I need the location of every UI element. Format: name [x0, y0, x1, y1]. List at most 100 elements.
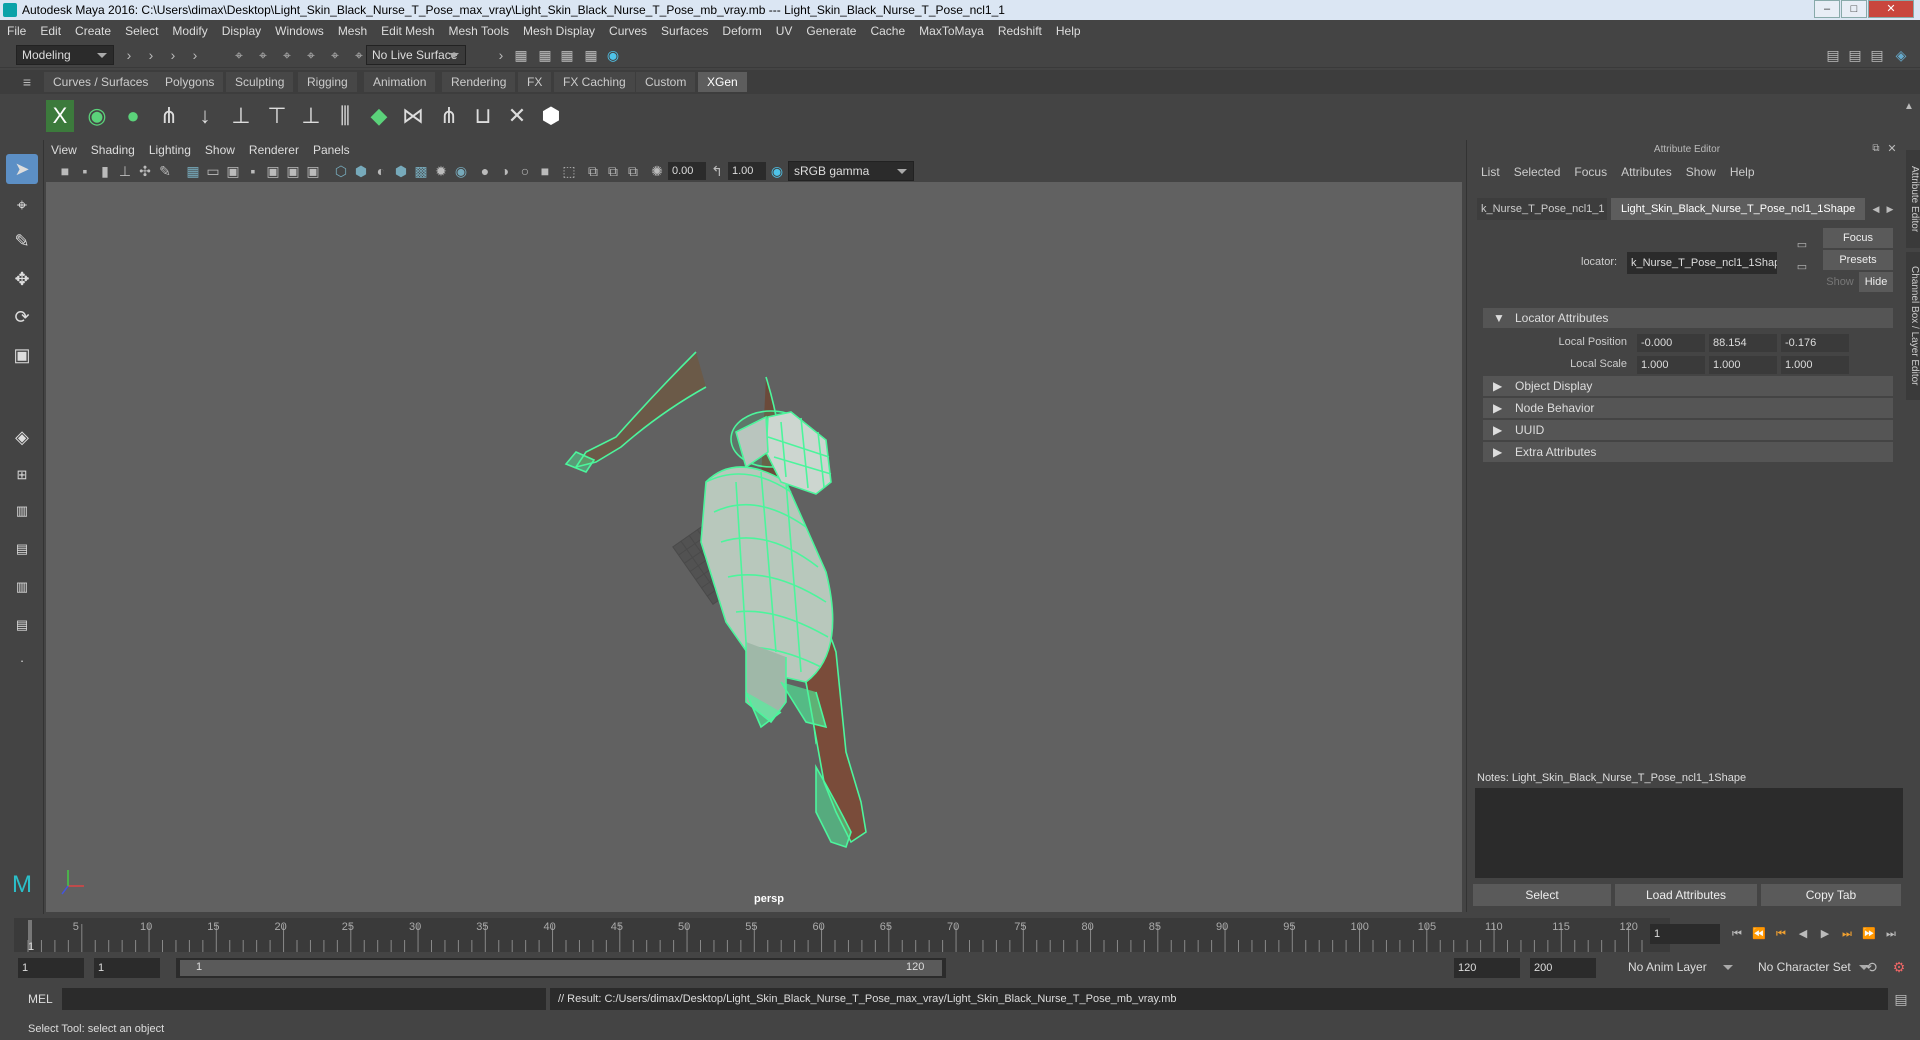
- show-button[interactable]: Show: [1823, 272, 1857, 292]
- menu-uv[interactable]: UV: [776, 24, 793, 38]
- playback-end-field[interactable]: 120: [1454, 958, 1520, 978]
- menu-help[interactable]: Help: [1056, 24, 1081, 38]
- go-to-start-icon[interactable]: ⏮: [1728, 925, 1746, 943]
- live-surface-field[interactable]: No Live Surface: [366, 45, 466, 65]
- section-node-behavior[interactable]: ▶ Node Behavior: [1483, 398, 1893, 418]
- textured-icon[interactable]: ▩: [412, 162, 430, 180]
- shelf-scroll-icon[interactable]: ▲: [1900, 98, 1918, 116]
- menu-cache[interactable]: Cache: [870, 24, 905, 38]
- menu-display[interactable]: Display: [222, 24, 261, 38]
- menu-mesh[interactable]: Mesh: [338, 24, 367, 38]
- local-position-y-field[interactable]: 88.154: [1709, 334, 1777, 352]
- move-tool-icon[interactable]: ✥: [6, 264, 38, 294]
- viewport-menu-lighting[interactable]: Lighting: [149, 143, 191, 157]
- tab-scroll-right-icon[interactable]: ▶: [1881, 200, 1899, 218]
- shelf-tab-rendering[interactable]: Rendering: [442, 72, 516, 92]
- anim-layer-dropdown[interactable]: No Anim Layer: [1622, 957, 1740, 977]
- four-view-layout-icon[interactable]: ⊞: [6, 460, 38, 490]
- viewport-menu-shading[interactable]: Shading: [91, 143, 135, 157]
- close-window-button[interactable]: ✕: [1868, 0, 1914, 18]
- save-scene-icon[interactable]: ›: [186, 46, 204, 64]
- gamma-field[interactable]: 1.00: [728, 162, 766, 180]
- shelf-tab-curves-surfaces[interactable]: Curves / Surfaces: [44, 72, 158, 92]
- channel-box-icon[interactable]: ▤: [1868, 46, 1886, 64]
- delete-guides-icon[interactable]: ✕: [502, 100, 532, 132]
- add-guide-icon[interactable]: ↓: [190, 100, 220, 132]
- safe-title-icon[interactable]: ▣: [304, 162, 322, 180]
- viewport-menu-renderer[interactable]: Renderer: [249, 143, 299, 157]
- hide-button[interactable]: Hide: [1859, 272, 1893, 292]
- section-extra-attributes[interactable]: ▶ Extra Attributes: [1483, 442, 1893, 462]
- snap-curve-icon[interactable]: ⌖: [326, 46, 344, 64]
- character-set-dropdown[interactable]: No Character Set: [1752, 957, 1876, 977]
- shelf-menu-icon[interactable]: ≡: [18, 73, 36, 91]
- viewport-menu-panels[interactable]: Panels: [313, 143, 350, 157]
- ae-tab-transform[interactable]: k_Nurse_T_Pose_ncl1_1: [1477, 198, 1607, 220]
- field-chart-icon[interactable]: ▣: [264, 162, 282, 180]
- range-slider-bar[interactable]: [180, 960, 942, 976]
- script-editor-icon[interactable]: ▤: [1892, 990, 1910, 1008]
- isolate-select-icon[interactable]: ⬚: [560, 162, 578, 180]
- shelf-tab-xgen[interactable]: XGen: [698, 72, 747, 92]
- viewport-menu-show[interactable]: Show: [205, 143, 235, 157]
- scene-canvas[interactable]: persp: [46, 182, 1462, 912]
- snap-grid-icon[interactable]: ⌖: [302, 46, 320, 64]
- place-guides-icon[interactable]: ⋔: [154, 100, 184, 132]
- collapse-arrow-icon[interactable]: ›: [120, 46, 138, 64]
- shelf-tab-rigging[interactable]: Rigging: [298, 72, 357, 92]
- animation-end-field[interactable]: 200: [1530, 958, 1596, 978]
- focus-button[interactable]: Focus: [1823, 228, 1893, 248]
- section-locator-attributes[interactable]: ▼ Locator Attributes: [1483, 308, 1893, 328]
- ae-menu-focus[interactable]: Focus: [1574, 165, 1607, 179]
- ae-menu-selected[interactable]: Selected: [1514, 165, 1561, 179]
- use-default-material-icon[interactable]: ◐: [372, 162, 390, 180]
- select-tool-icon[interactable]: ➤: [6, 154, 38, 184]
- node-name-field[interactable]: k_Nurse_T_Pose_ncl1_1Shape: [1627, 252, 1777, 274]
- play-backwards-icon[interactable]: ◀: [1794, 925, 1812, 943]
- layers-icon[interactable]: ◆: [364, 100, 394, 132]
- color-management-icon[interactable]: ◉: [768, 162, 786, 180]
- wireframe-on-shaded-icon[interactable]: ⬢: [392, 162, 410, 180]
- lock-guide-icon[interactable]: ⊥: [296, 100, 326, 132]
- rotate-tool-icon[interactable]: ⟳: [6, 302, 38, 332]
- gamma-icon[interactable]: ↰: [708, 162, 726, 180]
- screen-space-ao-icon[interactable]: ●: [476, 162, 494, 180]
- ae-menu-show[interactable]: Show: [1686, 165, 1716, 179]
- local-position-z-field[interactable]: -0.176: [1781, 334, 1849, 352]
- copy-tab-button[interactable]: Copy Tab: [1761, 884, 1901, 906]
- preferences-icon[interactable]: ⚙: [1890, 958, 1908, 976]
- menu-maxtomaya[interactable]: MaxToMaya: [919, 24, 984, 38]
- xray-components-icon[interactable]: ⧉: [624, 162, 642, 180]
- step-back-key-icon[interactable]: ⏮: [1772, 925, 1790, 943]
- wireframe-icon[interactable]: ⬡: [332, 162, 350, 180]
- film-gate-icon[interactable]: ▭: [204, 162, 222, 180]
- step-forward-frame-icon[interactable]: ⏩: [1860, 925, 1878, 943]
- two-d-pan-icon[interactable]: ✣: [136, 162, 154, 180]
- local-scale-y-field[interactable]: 1.000: [1709, 356, 1777, 374]
- use-all-lights-icon[interactable]: ✹: [432, 162, 450, 180]
- ae-select-button[interactable]: Select: [1473, 884, 1611, 906]
- minimize-button[interactable]: –: [1814, 0, 1840, 18]
- shelf-tab-fx[interactable]: FX: [518, 72, 552, 92]
- xray-icon[interactable]: ⧉: [584, 162, 602, 180]
- resolution-gate-icon[interactable]: ▣: [224, 162, 242, 180]
- current-frame-field[interactable]: 1: [1650, 924, 1720, 944]
- menu-edit[interactable]: Edit: [40, 24, 61, 38]
- step-forward-key-icon[interactable]: ⏭: [1838, 925, 1856, 943]
- menu-deform[interactable]: Deform: [722, 24, 761, 38]
- section-object-display[interactable]: ▶ Object Display: [1483, 376, 1893, 396]
- select-node-icon[interactable]: ▭: [1793, 236, 1811, 254]
- menu-set-dropdown[interactable]: Modeling: [16, 45, 114, 65]
- xgen-logo-icon[interactable]: ⬢: [536, 100, 566, 132]
- layer-editor-icon[interactable]: ◈: [1892, 46, 1910, 64]
- new-scene-icon[interactable]: ›: [142, 46, 160, 64]
- grease-pencil-icon[interactable]: ✎: [156, 162, 174, 180]
- menu-select[interactable]: Select: [125, 24, 158, 38]
- more-layouts-icon[interactable]: ·: [6, 646, 38, 676]
- menu-generate[interactable]: Generate: [806, 24, 856, 38]
- bookmark-icon[interactable]: ▮: [96, 162, 114, 180]
- render-frame-icon[interactable]: ▦: [512, 46, 530, 64]
- shelf-tab-custom[interactable]: Custom: [636, 72, 696, 92]
- attribute-editor-side-tab[interactable]: Attribute Editor: [1906, 150, 1920, 248]
- menu-curves[interactable]: Curves: [609, 24, 647, 38]
